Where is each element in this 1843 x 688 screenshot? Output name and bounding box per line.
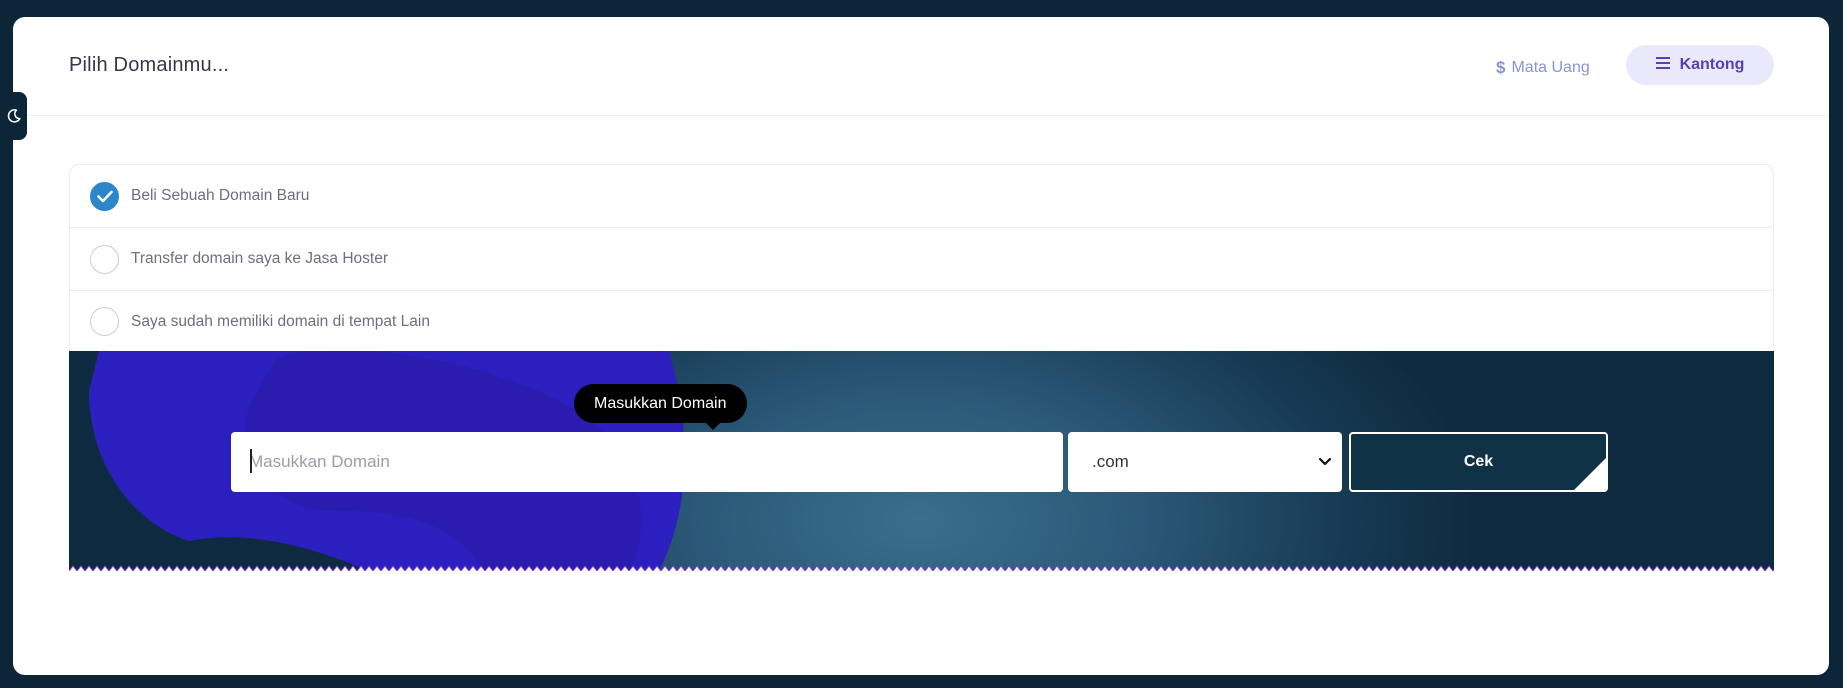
check-icon — [96, 190, 113, 202]
chevron-down-icon — [1318, 457, 1332, 466]
option-label: Transfer domain saya ke Jasa Hoster — [131, 250, 389, 267]
header: Pilih Domainmu... $ Mata Uang Kantong — [13, 17, 1829, 116]
cart-button[interactable]: Kantong — [1626, 45, 1774, 85]
tld-select[interactable]: .com — [1068, 432, 1342, 492]
domain-search-panel: Masukkan Domain .com Cek — [69, 351, 1774, 571]
text-caret — [250, 449, 252, 473]
option-label: Beli Sebuah Domain Baru — [131, 187, 310, 204]
option-radio[interactable] — [90, 244, 119, 274]
domain-tooltip: Masukkan Domain — [574, 384, 747, 423]
option-transfer[interactable]: Transfer domain saya ke Jasa Hoster — [70, 228, 1773, 291]
domain-options: Beli Sebuah Domain Baru Transfer domain … — [69, 164, 1774, 351]
currency-button[interactable]: $ Mata Uang — [1496, 58, 1590, 78]
currency-label: Mata Uang — [1511, 59, 1590, 76]
domain-card: Pilih Domainmu... $ Mata Uang Kantong Be… — [13, 17, 1829, 675]
moon-icon — [7, 109, 21, 123]
tld-selected-value: .com — [1092, 452, 1129, 471]
option-radio-checked[interactable] — [90, 181, 119, 211]
cart-label: Kantong — [1679, 56, 1745, 73]
tooltip-arrow — [705, 422, 721, 430]
option-register-new[interactable]: Beli Sebuah Domain Baru — [70, 165, 1773, 228]
menu-icon — [1655, 56, 1670, 74]
option-own-domain[interactable]: Saya sudah memiliki domain di tempat Lai… — [70, 291, 1773, 352]
dollar-icon: $ — [1496, 58, 1506, 77]
zigzag-border — [69, 565, 1774, 571]
option-label: Saya sudah memiliki domain di tempat Lai… — [131, 312, 430, 330]
corner-decoration — [1573, 457, 1606, 490]
domain-input[interactable] — [231, 432, 1063, 492]
page-title: Pilih Domainmu... — [69, 54, 230, 76]
check-button-label: Cek — [1463, 453, 1494, 470]
option-radio[interactable] — [90, 307, 119, 336]
theme-toggle-button[interactable] — [0, 92, 27, 140]
check-button[interactable]: Cek — [1349, 432, 1608, 492]
